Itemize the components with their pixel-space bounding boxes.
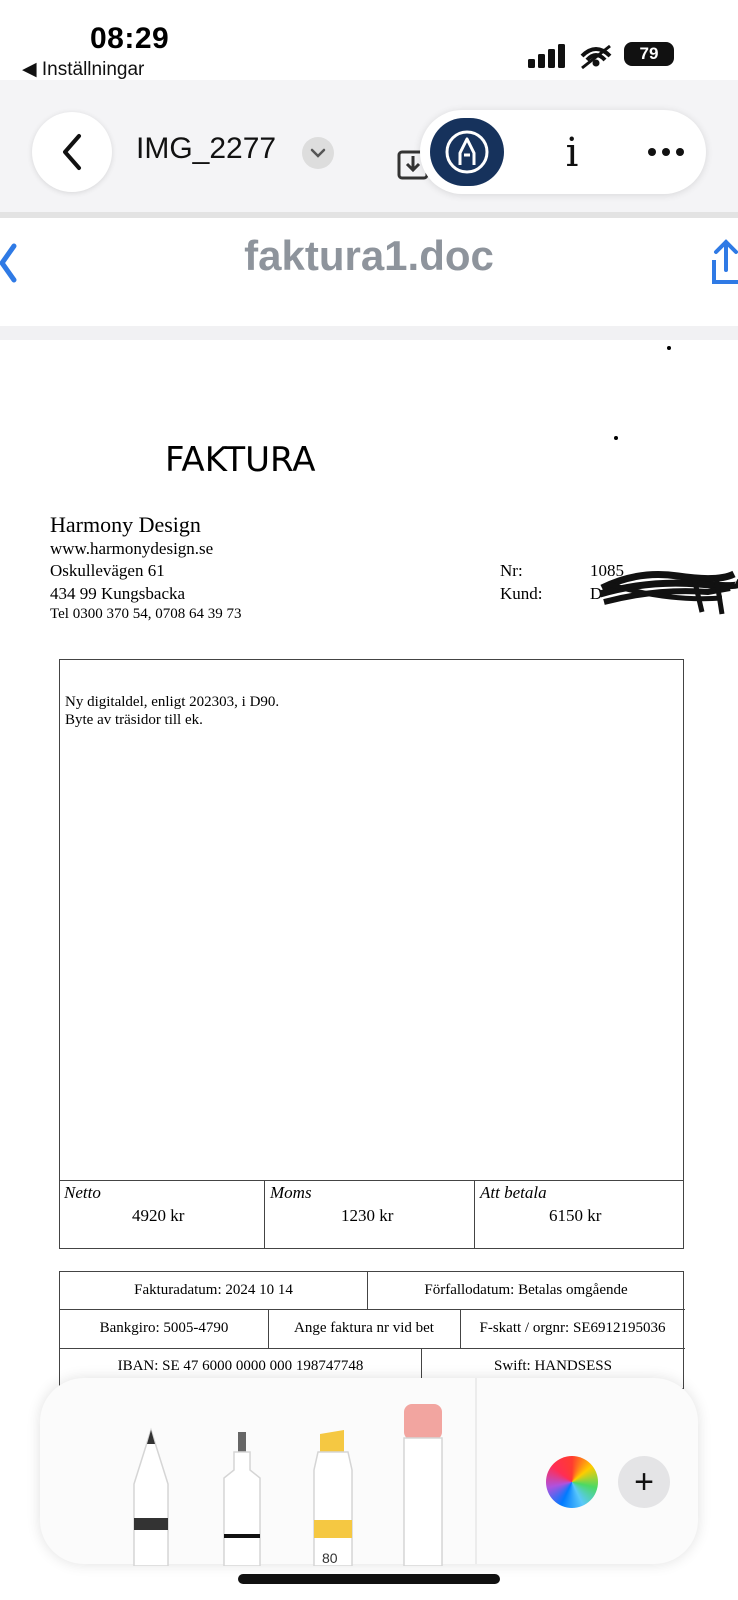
stray-dot <box>614 436 618 440</box>
chevron-down-icon <box>310 148 326 158</box>
netto-value: 4920 kr <box>132 1206 185 1225</box>
invoice-date: Fakturadatum: 2024 10 14 <box>134 1282 293 1298</box>
header-divider <box>0 326 738 340</box>
battery-indicator: 79 <box>624 42 674 66</box>
invoice-items-box <box>59 659 684 1181</box>
info-button[interactable]: i <box>552 128 592 178</box>
invoice-heading: FAKTURA <box>165 440 316 480</box>
back-chevron-icon <box>63 134 81 170</box>
palette-divider <box>475 1378 477 1564</box>
title-menu-button[interactable] <box>302 137 334 169</box>
more-icon-dot <box>662 148 670 156</box>
stray-dot <box>667 346 671 350</box>
more-icon-dot <box>676 148 684 156</box>
more-icon <box>648 148 656 156</box>
fineliner-tool[interactable] <box>220 1430 264 1566</box>
company-phone: Tel 0300 370 54, 0708 64 39 73 <box>50 606 242 622</box>
due-date: Förfallodatum: Betalas omgående <box>424 1282 628 1298</box>
back-to-app-link[interactable]: ◀ Inställningar <box>22 58 144 81</box>
moms-label: Moms <box>270 1183 312 1202</box>
image-title[interactable]: IMG_2277 <box>136 132 276 166</box>
totals-divider <box>264 1181 265 1249</box>
add-tool-button[interactable]: + <box>618 1456 670 1508</box>
invoice-number-label: Nr: <box>500 561 523 580</box>
customer-label: Kund: <box>500 584 543 603</box>
document-title: faktura1.doc <box>244 232 494 279</box>
highlighter-tool[interactable] <box>310 1430 356 1566</box>
swift: Swift: HANDSESS <box>494 1358 612 1374</box>
invoice-item-line: Byte av träsidor till ek. <box>65 712 203 728</box>
iban: IBAN: SE 47 6000 0000 000 198747748 <box>117 1358 364 1374</box>
moms-value: 1230 kr <box>341 1206 394 1225</box>
more-button[interactable] <box>640 130 692 174</box>
back-button[interactable] <box>32 112 112 192</box>
company-street: Oskullevägen 61 <box>50 561 165 580</box>
att-betala-value: 6150 kr <box>549 1206 602 1225</box>
eraser-tool[interactable] <box>400 1402 446 1566</box>
company-city: 434 99 Kungsbacka <box>50 584 186 603</box>
home-indicator <box>238 1574 500 1584</box>
status-time: 08:29 <box>90 22 170 55</box>
bankgiro: Bankgiro: 5005-4790 <box>99 1320 229 1336</box>
payment-info-table: Fakturadatum: 2024 10 14 Förfallodatum: … <box>59 1271 685 1389</box>
pen-tool[interactable] <box>128 1426 174 1566</box>
highlighter-width-label: 80 <box>322 1550 338 1566</box>
invoice-item-line: Ny digitaldel, enligt 202303, i D90. <box>65 694 280 710</box>
cellular-signal-icon <box>528 44 565 68</box>
markup-pen-icon <box>445 130 489 174</box>
share-icon[interactable] <box>708 236 738 290</box>
markup-button[interactable] <box>430 118 504 186</box>
table-row-divider <box>60 1348 685 1349</box>
att-betala-label: Att betala <box>480 1183 547 1202</box>
table-row-divider <box>60 1309 685 1310</box>
company-website: www.harmonydesign.se <box>50 539 214 558</box>
hotspot-icon <box>580 44 612 70</box>
netto-label: Netto <box>64 1183 101 1202</box>
totals-divider <box>474 1181 475 1249</box>
color-picker-button[interactable] <box>546 1456 598 1508</box>
company-name: Harmony Design <box>50 512 201 537</box>
redaction-scribble <box>599 570 738 615</box>
payment-reference-note: Ange faktura nr vid bet <box>294 1320 434 1336</box>
tax-org-number: F-skatt / orgnr: SE6912195036 <box>479 1320 666 1336</box>
